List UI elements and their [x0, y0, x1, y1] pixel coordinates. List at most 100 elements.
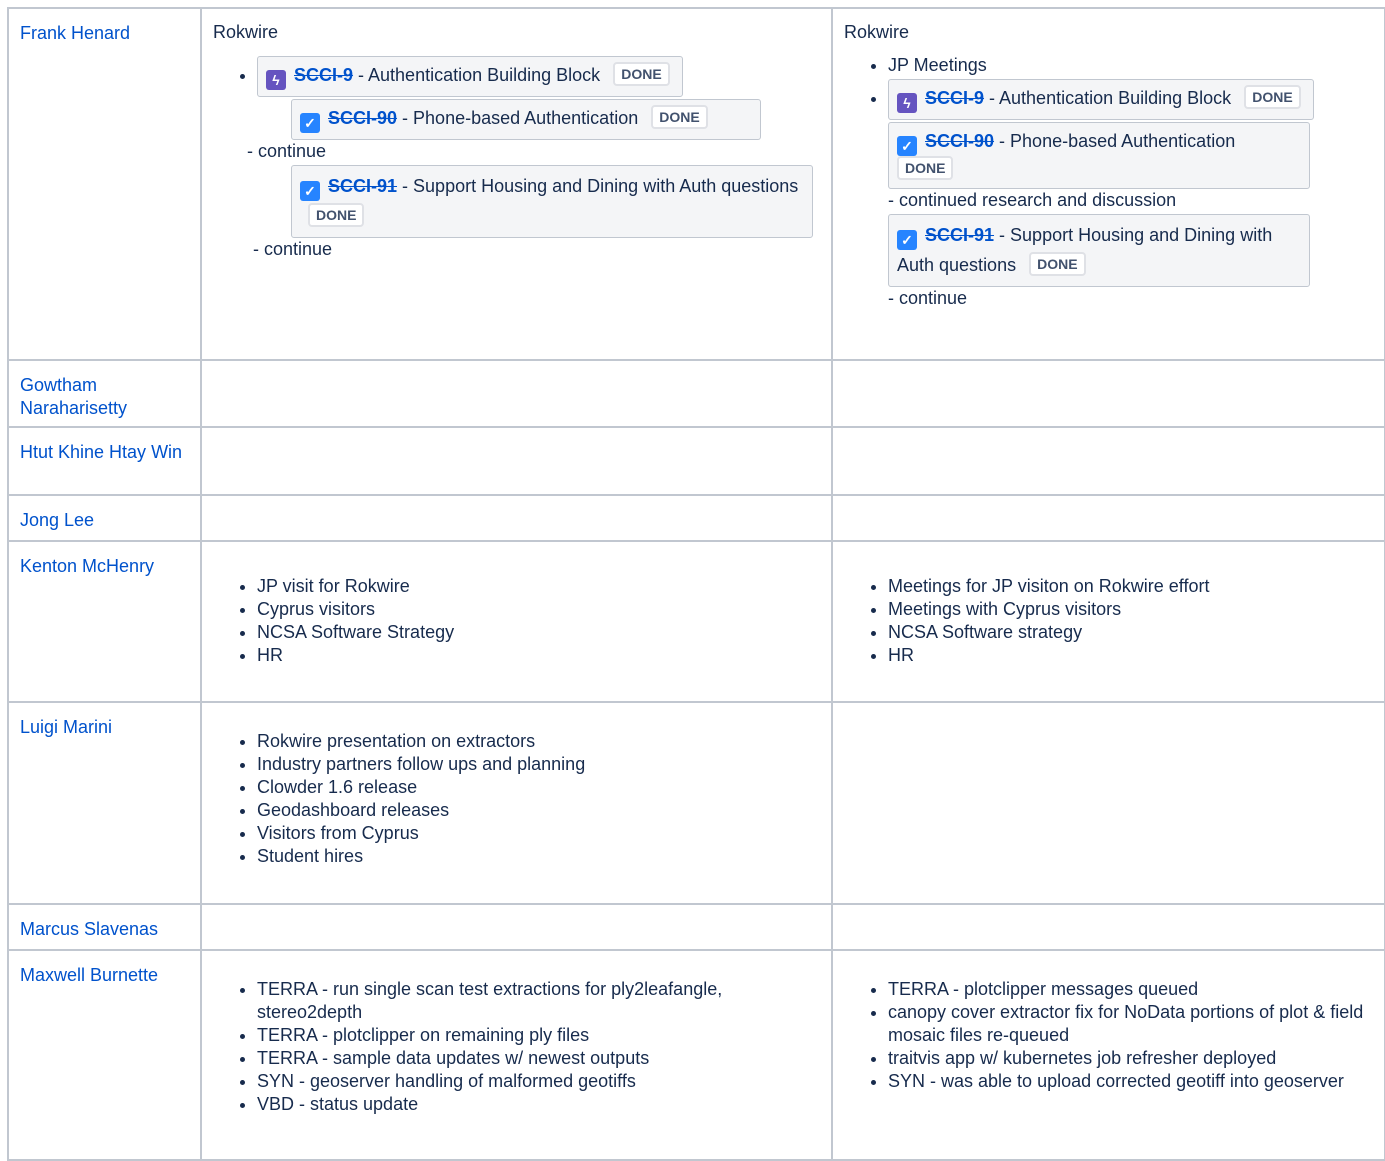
list-item: Student hires [257, 845, 821, 868]
list-item: Visitors from Cyprus [257, 822, 821, 845]
name-cell: Kenton McHenry [7, 540, 202, 703]
issue-note: - continue [888, 288, 968, 308]
bullet-list: TERRA - plotclipper messages queued cano… [853, 978, 1368, 1093]
list-item: SYN - geoserver handling of malformed ge… [257, 1070, 777, 1093]
status-badge: DONE [308, 203, 365, 227]
list-item: ✓ SCCI-91 - Support Housing and Dining wi… [247, 165, 821, 261]
table-row: Jong Lee [7, 494, 1385, 542]
list-item: JP Meetings [888, 54, 1374, 77]
this-week-cell [831, 701, 1385, 905]
this-week-cell: Rokwire JP Meetings ϟ SCCI-9 - Authentica… [831, 7, 1385, 361]
last-week-cell: JP visit for Rokwire Cyprus visitors NCS… [200, 540, 833, 703]
status-badge: DONE [651, 105, 708, 129]
table-row: Luigi Marini Rokwire presentation on ext… [7, 701, 1385, 905]
list-item: Meetings for JP visiton on Rokwire effor… [888, 575, 1374, 598]
bullet-list: Rokwire presentation on extractors Indus… [222, 730, 821, 868]
list-item: NCSA Software Strategy [257, 621, 821, 644]
this-week-cell [831, 426, 1385, 496]
project-title: Rokwire [213, 22, 279, 42]
this-week-cell [831, 494, 1385, 542]
user-link[interactable]: Maxwell Burnette [9, 951, 200, 987]
checkbox-icon: ✓ [897, 136, 917, 156]
last-week-cell: TERRA - run single scan test extractions… [200, 949, 833, 1161]
list-item: ϟSCCI-9 - Authentication Building Block … [888, 79, 1374, 120]
user-link[interactable]: Htut Khine Htay Win [9, 428, 200, 464]
jira-issue-macro[interactable]: ✓ SCCI-91 - Support Housing and Dining wi… [888, 214, 1310, 287]
list-item: Rokwire presentation on extractors [257, 730, 821, 753]
sub-list: ✓ SCCI-90 - Phone-based Authentication DO… [213, 99, 821, 261]
this-week-cell [831, 903, 1385, 951]
table-row: Marcus Slavenas [7, 903, 1385, 951]
status-table: Frank Henard Rokwire ϟ SCCI-9 - Authentic… [7, 7, 1385, 1161]
list-item: ✓ SCCI-90 - Phone-based Authentication DO… [888, 122, 1374, 212]
user-link[interactable]: Kenton McHenry [9, 542, 200, 578]
list-item: JP visit for Rokwire [257, 575, 821, 598]
user-link[interactable]: Jong Lee [9, 496, 200, 532]
last-week-cell: Rokwire presentation on extractors Indus… [200, 701, 833, 905]
name-cell: Jong Lee [7, 494, 202, 542]
issue-summary: - Authentication Building Block [358, 65, 601, 85]
list-item: NCSA Software strategy [888, 621, 1374, 644]
list-item: Cyprus visitors [257, 598, 821, 621]
list-item: canopy cover extractor fix for NoData po… [888, 1001, 1368, 1047]
list-item: ✓ SCCI-91 - Support Housing and Dining wi… [888, 214, 1374, 310]
jira-list: ϟSCCI-9 - Authentication Building Block … [213, 56, 821, 261]
issue-key-link[interactable]: SCCI-91 [925, 225, 994, 245]
jira-issue-macro[interactable]: ϟ SCCI-9 - Authentication Building Block … [257, 56, 683, 97]
issue-summary: - Phone-based Authentication [999, 131, 1236, 151]
issue-summary: - Authentication Building Block [989, 88, 1232, 108]
user-link[interactable]: Marcus Slavenas [9, 905, 200, 941]
issue-key-link[interactable]: SCCI-90 [925, 131, 994, 151]
name-cell: Luigi Marini [7, 701, 202, 905]
list-item: VBD - status update [257, 1093, 777, 1116]
this-week-cell [831, 359, 1385, 428]
name-cell: Maxwell Burnette [7, 949, 202, 1161]
status-badge: DONE [613, 62, 670, 86]
user-link[interactable]: Gowtham Naraharisetty [9, 361, 200, 420]
user-link[interactable]: Frank Henard [9, 9, 200, 45]
last-week-cell: Rokwire ϟ SCCI-9 - Authentication Buildin… [200, 7, 833, 361]
list-item: Industry partners follow ups and plannin… [257, 753, 821, 776]
list-item: Clowder 1.6 release [257, 776, 821, 799]
checkbox-icon: ✓ [300, 113, 320, 133]
epic-icon: ϟ [897, 93, 917, 113]
jira-list: JP Meetings ϟ SCCI-9 - Authentication Bui… [844, 54, 1374, 310]
name-cell: Frank Henard [7, 7, 202, 361]
name-cell: Htut Khine Htay Win [7, 426, 202, 496]
jira-issue-macro[interactable]: ✓ SCCI-90 - Phone-based Authentication DO… [291, 99, 761, 140]
issue-key-link[interactable]: SCCI-9 [294, 65, 353, 85]
list-item: ϟSCCI-9 - Authentication Building Block … [247, 56, 821, 261]
project-title: Rokwire [844, 22, 910, 42]
list-item: TERRA - sample data updates w/ newest ou… [257, 1047, 777, 1070]
list-item: SYN - was able to upload corrected geoti… [888, 1070, 1368, 1093]
list-item: HR [888, 644, 1374, 667]
list-item: Meetings with Cyprus visitors [888, 598, 1374, 621]
list-item: ✓ SCCI-90 - Phone-based Authentication DO… [247, 99, 821, 163]
table-row: Kenton McHenry JP visit for Rokwire Cypr… [7, 540, 1385, 703]
issue-key-link[interactable]: SCCI-91 [328, 176, 397, 196]
checkbox-icon: ✓ [300, 181, 320, 201]
issue-note: - continue [247, 141, 327, 161]
list-item: traitvis app w/ kubernetes job refresher… [888, 1047, 1368, 1070]
bullet-list: TERRA - run single scan test extractions… [222, 978, 777, 1116]
list-item: Geodashboard releases [257, 799, 821, 822]
last-week-cell [200, 359, 833, 428]
bullet-list: JP visit for Rokwire Cyprus visitors NCS… [222, 575, 821, 667]
status-badge: DONE [1029, 252, 1086, 276]
jira-issue-macro[interactable]: ϟ SCCI-9 - Authentication Building Block … [888, 79, 1314, 120]
last-week-cell [200, 903, 833, 951]
table-row: Maxwell Burnette TERRA - run single scan… [7, 949, 1385, 1161]
user-link[interactable]: Luigi Marini [9, 703, 200, 739]
this-week-cell: Meetings for JP visiton on Rokwire effor… [831, 540, 1385, 703]
this-week-cell: TERRA - plotclipper messages queued cano… [831, 949, 1385, 1161]
checkbox-icon: ✓ [897, 230, 917, 250]
table-row: Htut Khine Htay Win [7, 426, 1385, 496]
epic-icon: ϟ [266, 70, 286, 90]
jira-issue-macro[interactable]: ✓ SCCI-90 - Phone-based Authentication DO… [888, 122, 1310, 189]
issue-note: - continued research and discussion [888, 190, 1177, 210]
issue-key-link[interactable]: SCCI-9 [925, 88, 984, 108]
jira-issue-macro[interactable]: ✓ SCCI-91 - Support Housing and Dining wi… [291, 165, 813, 238]
issue-note: - continue [253, 239, 333, 259]
issue-key-link[interactable]: SCCI-90 [328, 108, 397, 128]
name-cell: Marcus Slavenas [7, 903, 202, 951]
